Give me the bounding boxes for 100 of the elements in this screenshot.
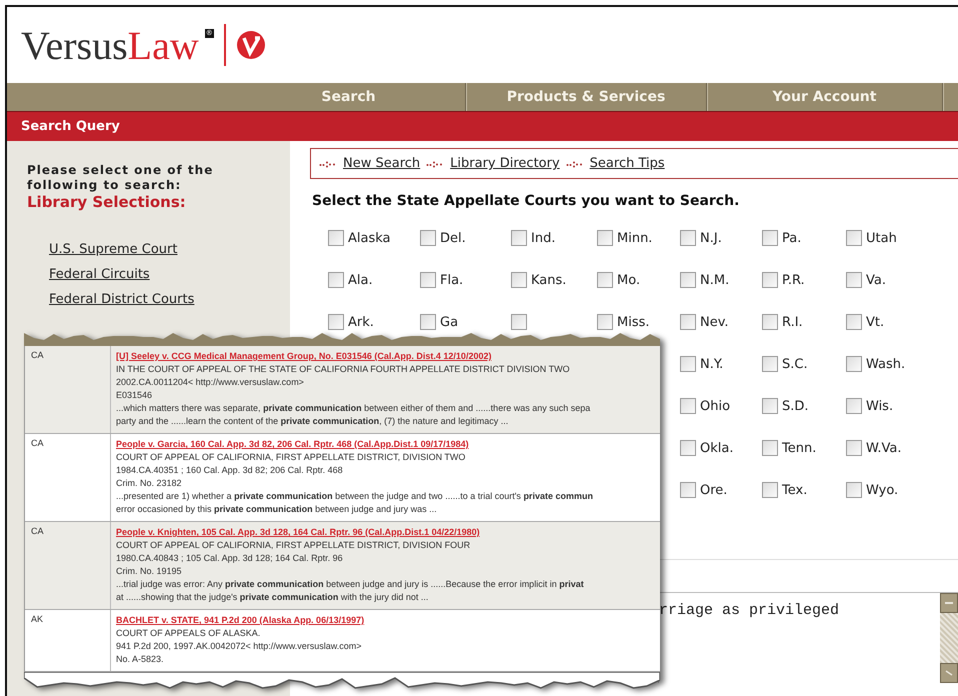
checkbox-label: Ga bbox=[440, 314, 458, 330]
result-line: E031546 bbox=[116, 389, 152, 402]
scroll-down-button[interactable] bbox=[940, 663, 958, 683]
checkbox-label: Tenn. bbox=[782, 440, 816, 456]
result-line: COURT OF APPEALS OF ALASKA. bbox=[116, 627, 260, 640]
result-line: COURT OF APPEAL OF CALIFORNIA, FIRST APPELLATE DISTRICT, DIVISION FOUR bbox=[116, 539, 470, 552]
checkbox[interactable] bbox=[846, 314, 862, 330]
checkbox[interactable] bbox=[846, 398, 862, 414]
case-title-link[interactable]: People v. Knighten, 105 Cal. App. 3d 128, 164 Cal. Rptr. 96 (Cal.App.Dist.1 04/22/1980) bbox=[116, 526, 480, 539]
checkbox-label: Alaska bbox=[348, 230, 391, 246]
checkbox[interactable] bbox=[762, 356, 778, 372]
tool-link[interactable]: New Search bbox=[343, 156, 420, 171]
case-title-link[interactable]: [U] Seeley v. CCG Medical Management Group, No. E031546 (Cal.App. Dist.4 12/10/2002) bbox=[116, 350, 492, 363]
checkbox-label: Va. bbox=[866, 272, 886, 288]
resize-grip-icon bbox=[945, 670, 953, 676]
dots-icon bbox=[566, 160, 584, 168]
checkbox[interactable] bbox=[420, 314, 436, 330]
checkbox[interactable] bbox=[680, 398, 696, 414]
checkbox-label: N.J. bbox=[700, 230, 722, 246]
checkbox-label: P.R. bbox=[782, 272, 805, 288]
dots-icon bbox=[319, 160, 337, 168]
result-line: at ......showing that the judge's private communication with the jury did not ... bbox=[116, 591, 428, 604]
case-title-link[interactable]: People v. Garcia, 160 Cal. App. 3d 82, 206 Cal. Rptr. 468 (Cal.App.Dist.1 09/17/1984) bbox=[116, 438, 469, 451]
checkbox[interactable] bbox=[680, 356, 696, 372]
checkbox-label: Mo. bbox=[617, 272, 640, 288]
checkbox-label: Miss. bbox=[617, 314, 650, 330]
result-line: Crim. No. 23182 bbox=[116, 477, 182, 490]
library-link[interactable]: U.S. Supreme Court bbox=[49, 237, 178, 262]
checkbox[interactable] bbox=[680, 440, 696, 456]
checkbox[interactable] bbox=[511, 272, 527, 288]
section-title: Search Query bbox=[21, 119, 120, 134]
scroll-up-button[interactable] bbox=[940, 593, 958, 613]
jurisdiction-code: AK bbox=[31, 614, 44, 624]
checkbox[interactable] bbox=[846, 482, 862, 498]
checkbox-label: Wis. bbox=[866, 398, 894, 414]
result-line: ...presented are 1) whether a private communication between the judge and two ......to a trial court's private commun bbox=[116, 490, 593, 503]
checkbox[interactable] bbox=[328, 314, 344, 330]
checkbox[interactable] bbox=[846, 440, 862, 456]
dots-icon bbox=[426, 160, 444, 168]
courts-heading: Select the State Appellate Courts you want to Search. bbox=[312, 193, 740, 209]
result-line: COURT OF APPEAL OF CALIFORNIA, FIRST APPELLATE DISTRICT, DIVISION TWO bbox=[116, 451, 466, 464]
checkbox-label: Ore. bbox=[700, 482, 728, 498]
result-line: 941 P.2d 200, 1997.AK.0042072< http://www.versuslaw.com> bbox=[116, 640, 362, 653]
checkbox[interactable] bbox=[846, 230, 862, 246]
checkbox-label: Fla. bbox=[440, 272, 464, 288]
case-title-link[interactable]: BACHLET v. STATE, 941 P.2d 200 (Alaska App. 06/13/1997) bbox=[116, 614, 364, 627]
logo-text: Versus bbox=[21, 22, 128, 68]
checkbox-label: R.I. bbox=[782, 314, 803, 330]
library-link[interactable]: Federal Circuits bbox=[49, 262, 150, 287]
checkbox[interactable] bbox=[762, 230, 778, 246]
checkbox-label: S.C. bbox=[782, 356, 808, 372]
checkbox[interactable] bbox=[511, 314, 527, 330]
checkbox[interactable] bbox=[762, 314, 778, 330]
checkbox-label: Utah bbox=[866, 230, 897, 246]
checkbox-label: Kans. bbox=[531, 272, 566, 288]
checkbox[interactable] bbox=[762, 272, 778, 288]
checkbox[interactable] bbox=[680, 272, 696, 288]
checkbox-label: Okla. bbox=[700, 440, 734, 456]
jurisdiction-code: CA bbox=[31, 526, 44, 536]
intro-text: Please select one of the following to search: bbox=[27, 163, 214, 193]
checkbox[interactable] bbox=[420, 272, 436, 288]
checkbox[interactable] bbox=[511, 230, 527, 246]
minus-icon bbox=[945, 602, 953, 604]
library-link[interactable]: Federal District Courts bbox=[49, 287, 194, 312]
checkbox[interactable] bbox=[680, 230, 696, 246]
checkbox-label: W.Va. bbox=[866, 440, 902, 456]
checkbox-label: Ind. bbox=[531, 230, 556, 246]
checkbox-label: N.Y. bbox=[700, 356, 724, 372]
logo-icon bbox=[236, 30, 266, 60]
checkbox-label: Nev. bbox=[700, 314, 729, 330]
checkbox[interactable] bbox=[846, 356, 862, 372]
result-line: ...trial judge was error: Any private communication between judge and jury is ......Because the error implicit in privat bbox=[116, 578, 584, 591]
checkbox[interactable] bbox=[328, 230, 344, 246]
result-line: IN THE COURT OF APPEAL OF THE STATE OF CALIFORNIA FOURTH APPELLATE DISTRICT DIVISION TWO bbox=[116, 363, 570, 376]
tool-link[interactable]: Search Tips bbox=[590, 156, 665, 171]
checkbox[interactable] bbox=[420, 230, 436, 246]
result-line: 2002.CA.0011204< http://www.versuslaw.com> bbox=[116, 376, 304, 389]
jurisdiction-code: CA bbox=[31, 350, 44, 360]
checkbox[interactable] bbox=[762, 398, 778, 414]
jurisdiction-code: CA bbox=[31, 438, 44, 448]
checkbox[interactable] bbox=[680, 482, 696, 498]
checkbox[interactable] bbox=[597, 230, 613, 246]
sidebar-heading: Library Selections: bbox=[27, 193, 187, 211]
checkbox[interactable] bbox=[762, 482, 778, 498]
checkbox-label: Wash. bbox=[866, 356, 906, 372]
checkbox[interactable] bbox=[680, 314, 696, 330]
logo-text: Law bbox=[128, 22, 199, 68]
checkbox-label: Pa. bbox=[782, 230, 802, 246]
checkbox-label: Wyo. bbox=[866, 482, 898, 498]
tool-link[interactable]: Library Directory bbox=[450, 156, 560, 171]
checkbox[interactable] bbox=[328, 272, 344, 288]
checkbox[interactable] bbox=[762, 440, 778, 456]
result-line: party and the ......learn the content of the private communication, (7) the nature and legitimacy ... bbox=[116, 415, 508, 428]
result-line: ...which matters there was separate, private communication between either of them and ......there was any such sepa bbox=[116, 402, 590, 415]
result-line: error occasioned by this private communication between judge and jury was ... bbox=[116, 503, 437, 516]
checkbox-label: Minn. bbox=[617, 230, 652, 246]
checkbox[interactable] bbox=[597, 272, 613, 288]
result-line: 1984.CA.40351 ; 160 Cal. App. 3d 82; 206 Cal. Rptr. 468 bbox=[116, 464, 343, 477]
checkbox[interactable] bbox=[846, 272, 862, 288]
checkbox[interactable] bbox=[597, 314, 613, 330]
